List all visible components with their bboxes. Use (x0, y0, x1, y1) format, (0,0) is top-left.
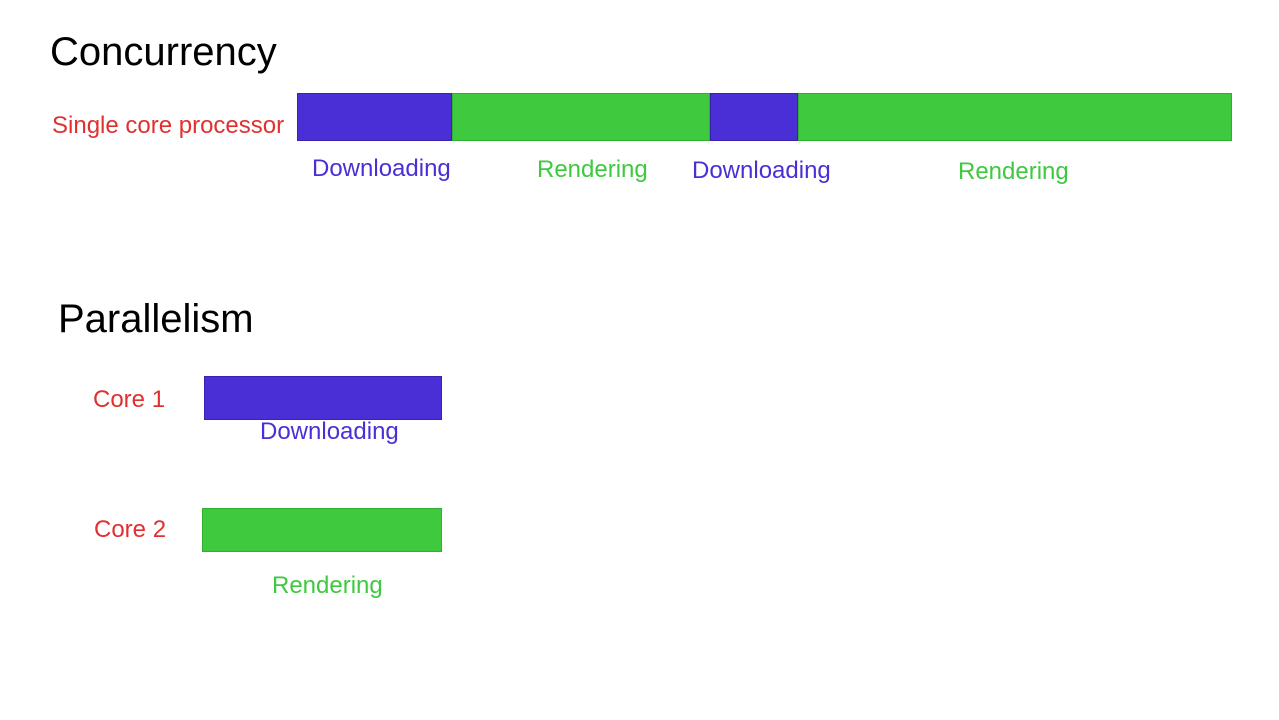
parallelism-bar-1 (202, 508, 442, 552)
parallelism-row-label-1: Core 2 (94, 516, 166, 544)
parallelism-row-label-0: Core 1 (93, 386, 165, 414)
concurrency-bar-0 (297, 93, 452, 141)
parallelism-task-label-1: Rendering (272, 572, 383, 600)
concurrency-task-label-0: Downloading (312, 155, 451, 183)
concurrency-task-label-3: Rendering (958, 158, 1069, 186)
concurrency-bar-1 (452, 93, 710, 141)
concurrency-task-label-2: Downloading (692, 157, 831, 185)
concurrency-title: Concurrency (50, 30, 277, 75)
parallelism-task-label-0: Downloading (260, 418, 399, 446)
concurrency-task-label-1: Rendering (537, 156, 648, 184)
concurrency-bar-3 (798, 93, 1232, 141)
parallelism-title: Parallelism (58, 297, 254, 342)
concurrency-row-label: Single core processor (52, 112, 284, 140)
concurrency-bar-2 (710, 93, 798, 141)
parallelism-bar-0 (204, 376, 442, 420)
